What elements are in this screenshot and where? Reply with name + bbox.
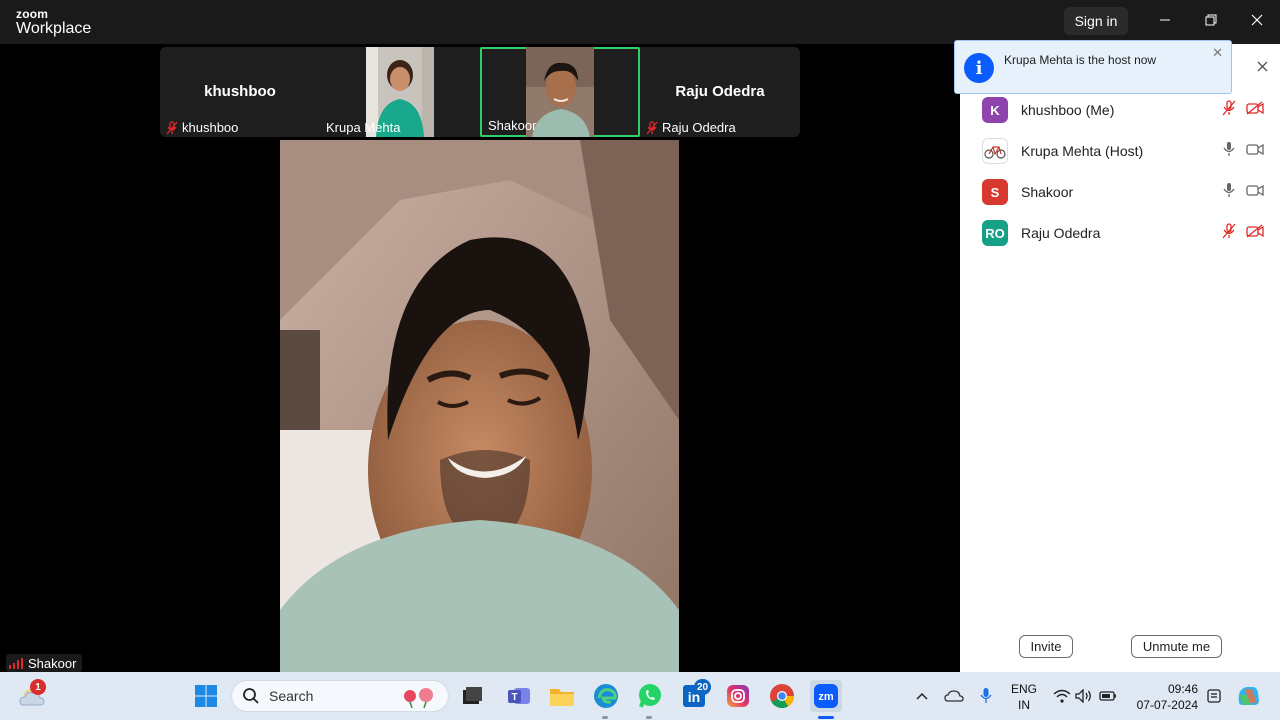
avatar: S bbox=[982, 179, 1008, 205]
participant-name: Krupa Mehta (Host) bbox=[1021, 143, 1144, 159]
video-off-icon[interactable] bbox=[1246, 224, 1264, 238]
windows-taskbar: 1 Search T in 20 zm ENG IN 09:46 07-07-2… bbox=[0, 672, 1280, 720]
title-bar: zoom Workplace Sign in bbox=[0, 0, 1280, 44]
edge-running-indicator bbox=[602, 716, 608, 719]
avatar: RO bbox=[982, 220, 1008, 246]
search-placeholder: Search bbox=[269, 688, 314, 704]
mic-muted-icon bbox=[646, 120, 658, 134]
microphone-tray-icon[interactable] bbox=[970, 680, 1002, 712]
invite-button[interactable]: Invite bbox=[1019, 635, 1073, 658]
start-windows-icon[interactable] bbox=[190, 680, 222, 712]
svg-text:zm: zm bbox=[818, 691, 834, 703]
mic-muted-icon[interactable] bbox=[1222, 223, 1236, 239]
tile-name: Krupa Mehta bbox=[326, 120, 401, 135]
search-icon bbox=[243, 688, 259, 704]
clock[interactable]: 09:46 07-07-2024 bbox=[1126, 681, 1198, 713]
meeting-area: khushboo khushboo Krupa Mehta Shakoor Ra… bbox=[0, 44, 960, 672]
clock-date: 07-07-2024 bbox=[1136, 698, 1198, 712]
svg-text:T: T bbox=[511, 692, 517, 703]
taskbar-search[interactable]: Search bbox=[231, 680, 449, 712]
edge-browser-icon[interactable] bbox=[590, 680, 622, 712]
close-window-icon[interactable] bbox=[1234, 0, 1280, 40]
participant-tile-raju-odedra[interactable]: Raju Odedra Raju Odedra bbox=[640, 47, 800, 137]
participant-row-krupa-mehta[interactable]: Krupa Mehta (Host) bbox=[982, 136, 1272, 166]
close-panel-icon[interactable] bbox=[1252, 56, 1272, 76]
participant-name: Raju Odedra bbox=[1021, 225, 1101, 241]
mic-icon[interactable] bbox=[1222, 182, 1236, 198]
teams-icon[interactable]: T bbox=[503, 680, 535, 712]
file-explorer-icon[interactable] bbox=[546, 680, 578, 712]
video-icon[interactable] bbox=[1246, 183, 1264, 197]
restore-icon[interactable] bbox=[1188, 0, 1234, 40]
task-view-icon[interactable] bbox=[456, 680, 488, 712]
language-indicator[interactable]: ENG IN bbox=[1006, 681, 1042, 713]
participant-row-khushboo[interactable]: K khushboo (Me) bbox=[982, 95, 1272, 125]
active-speaker-video bbox=[280, 140, 679, 672]
notifications-icon[interactable] bbox=[1198, 680, 1230, 712]
tile-name: Raju Odedra bbox=[662, 120, 736, 135]
mic-muted-icon bbox=[166, 120, 178, 134]
participant-row-raju-odedra[interactable]: RO Raju Odedra bbox=[982, 218, 1272, 248]
minimize-icon[interactable] bbox=[1142, 0, 1188, 40]
unmute-me-button[interactable]: Unmute me bbox=[1131, 635, 1222, 658]
whatsapp-running-indicator bbox=[646, 716, 652, 719]
signal-strength-icon bbox=[9, 657, 23, 669]
participant-tile-shakoor[interactable]: Shakoor bbox=[480, 47, 640, 137]
speaker-name: Shakoor bbox=[28, 655, 77, 671]
notification-message: Krupa Mehta is the host now bbox=[1004, 53, 1157, 67]
battery-icon[interactable] bbox=[1092, 680, 1124, 712]
tile-name-label: Shakoor bbox=[488, 118, 536, 133]
onedrive-icon[interactable] bbox=[938, 680, 970, 712]
instagram-icon[interactable] bbox=[722, 680, 754, 712]
info-icon: i bbox=[964, 53, 994, 83]
clock-time: 09:46 bbox=[1167, 682, 1198, 696]
tile-name-label: khushboo bbox=[166, 120, 238, 135]
language-code: ENG bbox=[1010, 682, 1037, 696]
host-notification: i Krupa Mehta is the host now ✕ bbox=[954, 40, 1232, 94]
close-notification-icon[interactable]: ✕ bbox=[1212, 45, 1223, 61]
gallery-strip: khushboo khushboo Krupa Mehta Shakoor Ra… bbox=[160, 47, 800, 137]
whatsapp-icon[interactable] bbox=[634, 680, 666, 712]
region-code: IN bbox=[1018, 698, 1030, 712]
avatar bbox=[982, 138, 1008, 164]
zoom-logo: zoom Workplace bbox=[16, 8, 91, 37]
zoom-active-indicator bbox=[818, 716, 834, 719]
active-speaker-label: Shakoor bbox=[6, 654, 83, 672]
bicycle-icon bbox=[984, 146, 1006, 159]
copilot-icon[interactable] bbox=[1232, 680, 1264, 712]
weather-notification-badge: 1 bbox=[30, 679, 46, 695]
sign-in-button[interactable]: Sign in bbox=[1064, 7, 1128, 35]
participants-panel: K khushboo (Me) Krupa Mehta (Host) S Sha… bbox=[960, 44, 1280, 672]
video-off-icon[interactable] bbox=[1246, 101, 1264, 115]
participant-name: khushboo (Me) bbox=[1021, 102, 1115, 118]
linkedin-notification-badge: 20 bbox=[694, 679, 712, 695]
mic-muted-icon[interactable] bbox=[1222, 100, 1236, 116]
flower-decoration-icon bbox=[404, 688, 433, 708]
show-hidden-icons-chevron-icon[interactable] bbox=[906, 680, 938, 712]
tile-name: Shakoor bbox=[488, 118, 537, 133]
participant-row-shakoor[interactable]: S Shakoor bbox=[982, 177, 1272, 207]
zoom-app-icon[interactable]: zm bbox=[810, 680, 842, 712]
tile-display-name: Raju Odedra bbox=[675, 83, 765, 100]
logo-workplace-text: Workplace bbox=[16, 20, 92, 37]
mic-icon[interactable] bbox=[1222, 141, 1236, 157]
participant-name: Shakoor bbox=[1021, 184, 1074, 200]
avatar: K bbox=[982, 97, 1008, 123]
tile-name: khushboo bbox=[182, 120, 239, 135]
participant-tile-khushboo[interactable]: khushboo khushboo bbox=[160, 47, 320, 137]
chrome-icon[interactable] bbox=[766, 680, 798, 712]
tile-name-label: Raju Odedra bbox=[646, 120, 736, 135]
participant-tile-krupa-mehta[interactable]: Krupa Mehta bbox=[320, 47, 480, 137]
tile-name-label: Krupa Mehta bbox=[326, 120, 400, 135]
tile-display-name: khushboo bbox=[204, 83, 276, 100]
video-icon[interactable] bbox=[1246, 142, 1264, 156]
logo-zoom-text: zoom bbox=[16, 7, 49, 21]
